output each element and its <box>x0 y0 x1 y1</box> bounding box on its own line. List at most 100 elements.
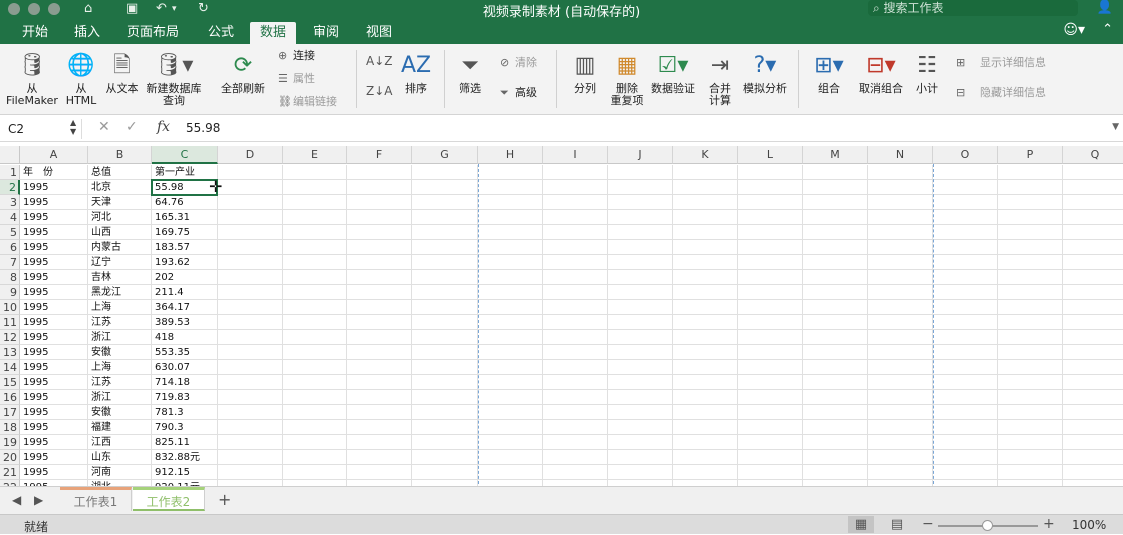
table-cell[interactable]: 山西 <box>88 225 152 240</box>
table-cell[interactable] <box>803 285 868 300</box>
spreadsheet-grid[interactable]: ABCDEFGHIJKLMNOPQ1年 份总值 第一产业 2 1995 北京 55.98 3… <box>0 142 1123 486</box>
properties-button[interactable]: ☰ 属性 <box>278 72 315 86</box>
tab-home[interactable]: 开始 <box>12 22 58 44</box>
column-header-d[interactable]: D <box>218 146 283 164</box>
table-cell[interactable]: 714.18 <box>152 375 218 390</box>
table-cell[interactable] <box>347 450 412 465</box>
table-cell[interactable] <box>1063 390 1123 405</box>
table-cell[interactable] <box>1063 405 1123 420</box>
table-cell[interactable]: 790.3 <box>152 420 218 435</box>
table-cell[interactable] <box>998 450 1063 465</box>
row-header[interactable]: 16 <box>0 390 20 405</box>
column-header-k[interactable]: K <box>673 146 738 164</box>
filter-button[interactable]: ⏷ 筛选 <box>452 52 488 95</box>
column-header-j[interactable]: J <box>608 146 673 164</box>
remove-duplicates-button[interactable]: ▦ 删除 重复项 <box>606 52 648 107</box>
table-cell[interactable] <box>868 450 933 465</box>
table-cell[interactable] <box>218 420 283 435</box>
ungroup-button[interactable]: ⊟▾ 取消组合 <box>856 52 906 95</box>
table-cell[interactable] <box>412 180 478 195</box>
column-header-n[interactable]: N <box>868 146 933 164</box>
table-cell[interactable] <box>1063 225 1123 240</box>
table-cell[interactable] <box>803 360 868 375</box>
table-cell[interactable]: 1995 <box>20 420 88 435</box>
collapse-ribbon-icon[interactable]: ⌃ <box>1102 22 1113 37</box>
table-cell[interactable] <box>347 390 412 405</box>
table-cell[interactable] <box>738 360 803 375</box>
table-cell[interactable] <box>608 450 673 465</box>
table-cell[interactable] <box>673 300 738 315</box>
table-cell[interactable] <box>1063 465 1123 480</box>
data-validation-button[interactable]: ☑▾ 数据验证 <box>648 52 698 95</box>
from-filemaker-button[interactable]: 🛢 从 FileMaker <box>4 52 60 107</box>
table-cell[interactable]: 389.53 <box>152 315 218 330</box>
table-cell[interactable]: 浙江 <box>88 330 152 345</box>
table-cell[interactable] <box>283 450 347 465</box>
table-cell[interactable] <box>608 330 673 345</box>
table-cell[interactable] <box>673 360 738 375</box>
row-header[interactable]: 15 <box>0 375 20 390</box>
table-cell[interactable] <box>283 345 347 360</box>
search-input[interactable]: ⌕ 搜索工作表 <box>868 0 1078 16</box>
table-cell[interactable] <box>933 210 998 225</box>
table-cell[interactable] <box>608 285 673 300</box>
table-cell[interactable] <box>347 240 412 255</box>
table-cell[interactable]: 河北 <box>88 210 152 225</box>
table-cell[interactable] <box>738 435 803 450</box>
table-cell[interactable] <box>998 300 1063 315</box>
table-cell[interactable] <box>218 255 283 270</box>
table-cell[interactable] <box>933 450 998 465</box>
table-cell[interactable] <box>608 345 673 360</box>
table-cell[interactable] <box>933 420 998 435</box>
table-cell[interactable] <box>218 345 283 360</box>
table-cell[interactable] <box>1063 210 1123 225</box>
from-text-button[interactable]: 🗎 从文本 <box>102 52 142 95</box>
table-cell[interactable] <box>608 195 673 210</box>
column-header-i[interactable]: I <box>543 146 608 164</box>
table-cell[interactable]: 福建 <box>88 420 152 435</box>
table-cell[interactable] <box>283 465 347 480</box>
table-cell[interactable] <box>412 465 478 480</box>
table-cell[interactable] <box>868 345 933 360</box>
table-cell[interactable] <box>412 225 478 240</box>
normal-view-icon[interactable]: ▦ <box>848 516 874 533</box>
consolidate-button[interactable]: ⇥ 合并 计算 <box>702 52 738 107</box>
table-cell[interactable] <box>412 345 478 360</box>
table-cell[interactable]: 1995 <box>20 435 88 450</box>
table-cell[interactable] <box>347 255 412 270</box>
table-cell[interactable] <box>868 210 933 225</box>
table-cell[interactable] <box>218 300 283 315</box>
table-cell[interactable] <box>868 270 933 285</box>
table-cell[interactable]: 912.15 <box>152 465 218 480</box>
table-cell[interactable] <box>673 465 738 480</box>
table-cell[interactable] <box>673 180 738 195</box>
table-cell[interactable] <box>478 420 543 435</box>
table-cell[interactable] <box>738 210 803 225</box>
table-cell[interactable] <box>803 330 868 345</box>
table-cell[interactable] <box>543 285 608 300</box>
sort-descending-button[interactable]: Z↓A <box>366 84 392 101</box>
row-header[interactable]: 4 <box>0 210 20 225</box>
table-cell[interactable] <box>283 330 347 345</box>
table-cell[interactable] <box>803 465 868 480</box>
sort-ascending-button[interactable]: A↓Z <box>366 54 392 71</box>
table-cell[interactable] <box>218 270 283 285</box>
table-cell[interactable] <box>347 210 412 225</box>
table-cell[interactable] <box>608 270 673 285</box>
sheet-tab-1[interactable]: 工作表1 <box>60 487 132 511</box>
table-cell[interactable] <box>543 450 608 465</box>
table-cell[interactable] <box>998 255 1063 270</box>
table-cell[interactable] <box>478 225 543 240</box>
table-cell[interactable] <box>673 165 738 180</box>
row-header[interactable]: 7 <box>0 255 20 270</box>
table-cell[interactable]: 吉林 <box>88 270 152 285</box>
table-cell[interactable] <box>218 405 283 420</box>
table-cell[interactable] <box>543 420 608 435</box>
table-cell[interactable] <box>478 330 543 345</box>
table-cell[interactable] <box>738 375 803 390</box>
table-cell[interactable] <box>868 375 933 390</box>
table-cell[interactable] <box>1063 180 1123 195</box>
row-header[interactable]: 1 <box>0 165 20 180</box>
table-cell[interactable] <box>803 270 868 285</box>
table-cell[interactable] <box>868 165 933 180</box>
